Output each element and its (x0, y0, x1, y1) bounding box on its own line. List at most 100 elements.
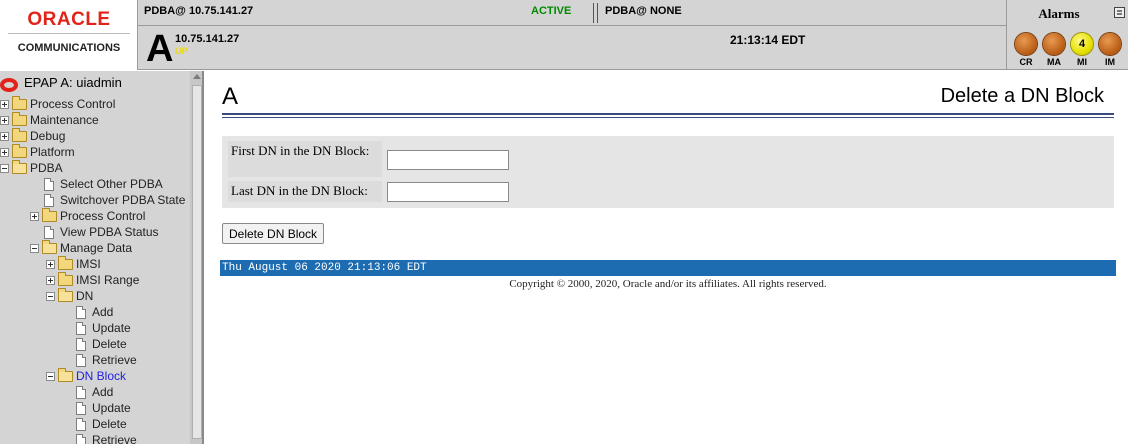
folder-icon (12, 96, 27, 110)
tree-item-label: IMSI Range (76, 273, 140, 287)
host-state: UP (175, 46, 188, 56)
brand-subtitle: COMMUNICATIONS (17, 42, 121, 54)
oracle-ring-icon (0, 78, 18, 92)
first-dn-label: First DN in the DN Block: (228, 141, 382, 177)
tree-item-label: Delete (92, 337, 127, 351)
document-icon (76, 434, 86, 444)
info-alarm-label: IM (1105, 57, 1115, 67)
host-address: 10.75.141.27 (175, 33, 240, 45)
expand-icon[interactable] (0, 148, 9, 157)
last-dn-input[interactable] (387, 182, 509, 202)
document-icon (44, 178, 54, 191)
collapse-icon[interactable] (30, 244, 39, 253)
tree-item-label: Maintenance (30, 113, 99, 127)
tree-item-label: Add (92, 305, 114, 319)
folder-icon (12, 144, 27, 158)
active-status-label: ACTIVE (531, 5, 572, 17)
folder-icon (58, 256, 73, 270)
title-divider (222, 117, 1114, 118)
document-icon (76, 418, 86, 431)
tree-item-label: PDBA (30, 161, 63, 175)
folder-icon (42, 208, 57, 222)
pdba-address: PDBA@ 10.75.141.27 (144, 5, 254, 17)
tree-item-label: Retrieve (92, 353, 137, 367)
first-dn-input[interactable] (387, 150, 509, 170)
scroll-up-arrow-icon[interactable] (193, 74, 201, 79)
tree-item-label: Delete (92, 417, 127, 431)
page-title: Delete a DN Block (940, 85, 1104, 107)
tree-item-label: DN (76, 289, 94, 303)
expand-icon[interactable] (46, 276, 55, 285)
alarms-panel: Alarms ≣ CR MA 4 MI IM (1006, 0, 1128, 70)
tree-item-label: Update (92, 401, 131, 415)
folder-icon (12, 112, 27, 126)
tree-item-label: Retrieve (92, 433, 137, 444)
expand-icon[interactable] (0, 132, 9, 141)
collapse-icon[interactable] (46, 292, 55, 301)
folder-icon (12, 128, 27, 142)
expand-icon[interactable] (30, 212, 39, 221)
document-icon (76, 322, 86, 335)
tree-item-label: Process Control (30, 97, 116, 111)
current-user-label: EPAP A: uiadmin (24, 75, 122, 90)
open-folder-icon (58, 368, 73, 382)
collapse-icon[interactable] (0, 164, 9, 173)
document-icon (44, 226, 54, 239)
tree-item-label: Switchover PDBA State (60, 193, 186, 207)
document-icon (76, 402, 86, 415)
expand-icon[interactable] (46, 260, 55, 269)
dn-block-form: First DN in the DN Block: Last DN in the… (222, 136, 1114, 208)
tree-item-label: Add (92, 385, 114, 399)
info-alarm-indicator[interactable] (1099, 33, 1121, 55)
document-icon (76, 306, 86, 319)
folder-icon (58, 272, 73, 286)
system-clock: 21:13:14 EDT (730, 33, 806, 47)
tree-item-label: Debug (30, 129, 66, 143)
oracle-logo: ORACLE COMMUNICATIONS (0, 0, 138, 70)
mate-pdba-address: PDBA@ NONE (605, 5, 682, 17)
major-alarm-indicator[interactable] (1043, 33, 1065, 55)
minor-alarm-indicator[interactable]: 4 (1071, 33, 1093, 55)
alarm-menu-icon[interactable]: ≣ (1114, 7, 1125, 18)
app-header: ORACLE COMMUNICATIONS PDBA@ 10.75.141.27… (0, 0, 1128, 70)
minor-alarm-label: MI (1077, 57, 1087, 67)
logo-divider (8, 33, 130, 34)
tree-item-label: Select Other PDBA (60, 177, 163, 191)
tree-item-label: Manage Data (60, 241, 133, 255)
document-icon (76, 386, 86, 399)
navigation-sidebar: EPAP A: uiadmin Process Control Maintena… (0, 71, 204, 444)
status-divider (597, 3, 598, 23)
document-icon (76, 354, 86, 367)
expand-icon[interactable] (0, 116, 9, 125)
open-folder-icon (58, 288, 73, 302)
brand-name: ORACLE (27, 9, 111, 30)
copyright-notice: Copyright © 2000, 2020, Oracle and/or it… (509, 278, 827, 290)
alarms-title: Alarms (1038, 6, 1080, 21)
tree-item-label: IMSI (76, 257, 101, 271)
status-divider (593, 3, 594, 23)
collapse-icon[interactable] (46, 372, 55, 381)
last-dn-label: Last DN in the DN Block: (228, 181, 382, 202)
expand-icon[interactable] (0, 100, 9, 109)
open-folder-icon (12, 160, 27, 174)
header-status-row: PDBA@ 10.75.141.27 ACTIVE PDBA@ NONE (138, 0, 1006, 26)
title-divider (222, 113, 1114, 115)
tree-item-label: Update (92, 321, 131, 335)
major-alarm-label: MA (1047, 57, 1061, 67)
sidebar-user-row: EPAP A: uiadmin (0, 71, 188, 95)
tree-item-label: Process Control (60, 209, 146, 223)
critical-alarm-indicator[interactable] (1015, 33, 1037, 55)
sidebar-scrollbar[interactable] (190, 71, 202, 444)
delete-dn-block-button[interactable]: Delete DN Block (222, 223, 325, 244)
tree-item-label: DN Block (76, 369, 127, 383)
timestamp-bar: Thu August 06 2020 21:13:06 EDT (220, 260, 1116, 276)
document-icon (76, 338, 86, 351)
critical-alarm-label: CR (1019, 57, 1033, 67)
tree-item-label: Platform (30, 145, 75, 159)
header-host-row: A 10.75.141.27 UP 21:13:14 EDT (138, 27, 1006, 70)
page-host-letter: A (222, 83, 239, 110)
main-content: A Delete a DN Block First DN in the DN B… (206, 71, 1128, 444)
document-icon (44, 194, 54, 207)
scrollbar-thumb[interactable] (192, 85, 202, 439)
open-folder-icon (42, 240, 57, 254)
